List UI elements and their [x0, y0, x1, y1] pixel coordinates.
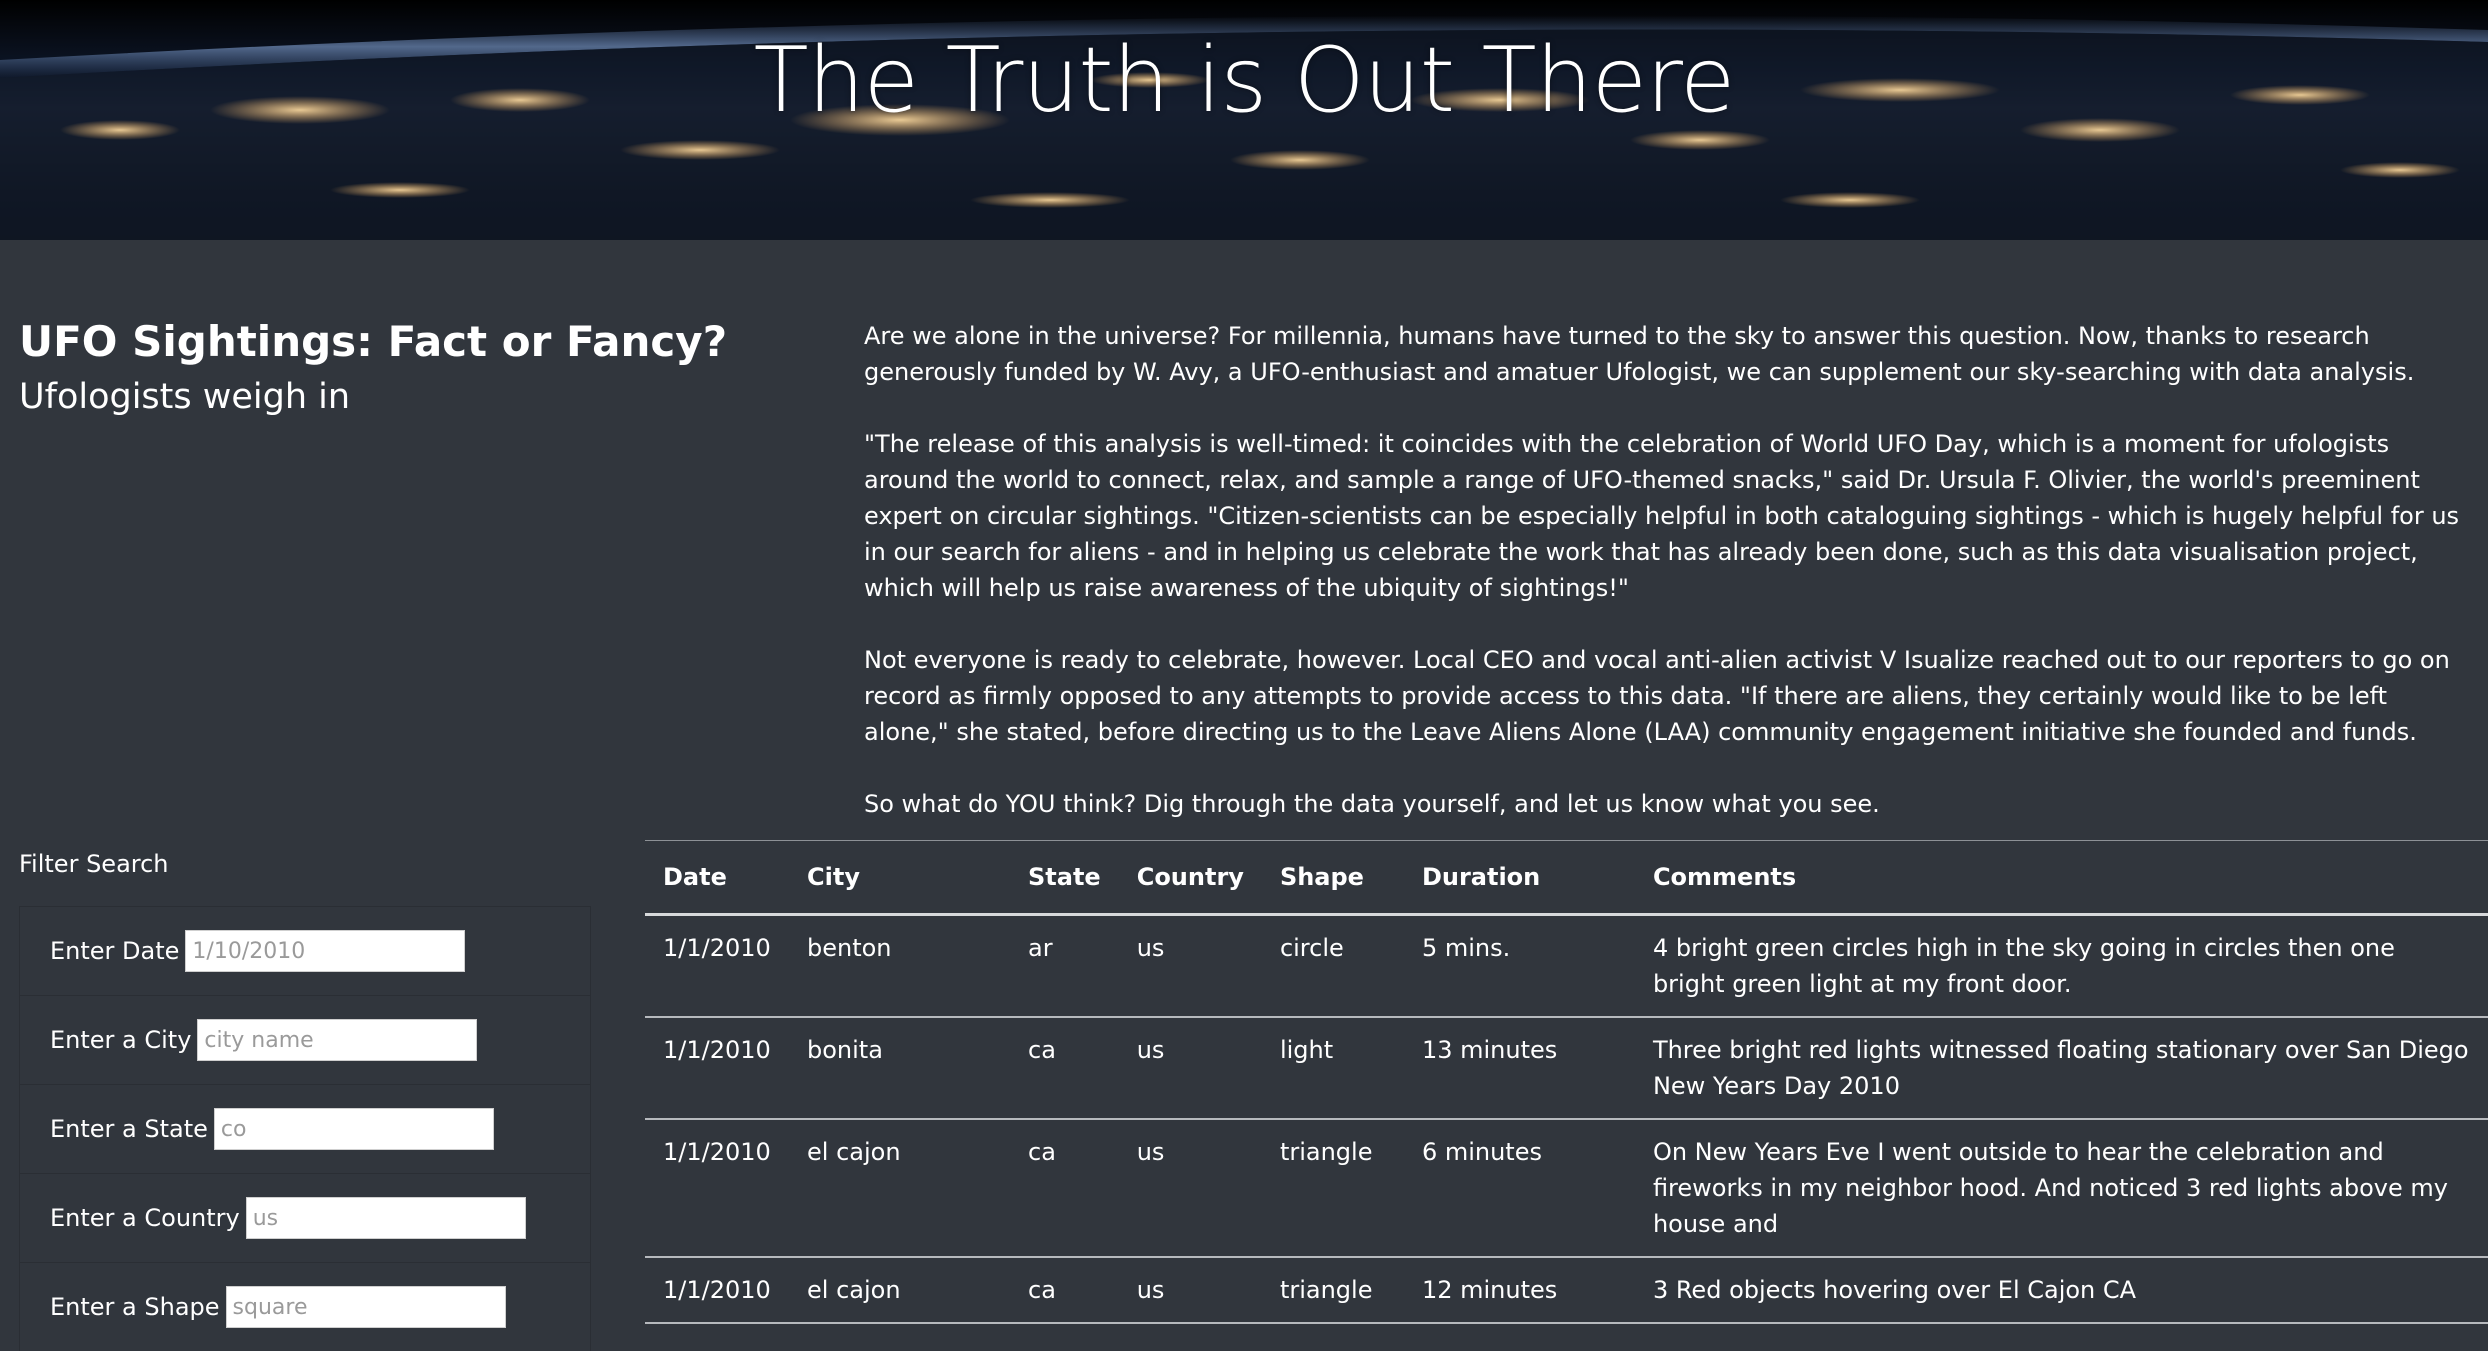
cell-duration: 13 minutes: [1403, 1017, 1635, 1120]
cell-duration: 6 minutes: [1403, 1119, 1635, 1258]
country-filter-input[interactable]: [245, 1197, 526, 1239]
shape-filter-input[interactable]: [225, 1286, 506, 1328]
cell-shape: triangle: [1261, 1257, 1404, 1324]
page-title: The Truth is Out There: [753, 28, 1736, 133]
cell-country: us: [1118, 1257, 1262, 1324]
table-row: 1/1/2010 benton ar us circle 5 mins. 4 b…: [645, 914, 2488, 1018]
article-body: Are we alone in the universe? For millen…: [864, 318, 2474, 858]
cell-comments: 4 bright green circles high in the sky g…: [1634, 914, 2488, 1018]
hero-banner: The Truth is Out There: [0, 0, 2488, 240]
date-filter-input[interactable]: [185, 930, 466, 972]
article-paragraph: "The release of this analysis is well-ti…: [864, 430, 2460, 602]
column-header-date: Date: [645, 840, 789, 916]
cell-duration: 12 minutes: [1403, 1257, 1635, 1324]
cell-shape: triangle: [1261, 1119, 1404, 1258]
filter-item-city: Enter a City: [19, 995, 591, 1084]
cell-shape: circle: [1261, 914, 1404, 1018]
cell-country: us: [1118, 1017, 1262, 1120]
filter-list: Enter Date Enter a City Enter a State En…: [19, 906, 591, 1351]
cell-date: 1/1/2010: [645, 1119, 789, 1258]
headline-main: UFO Sightings: Fact or Fancy?: [19, 317, 728, 366]
table-row: 1/1/2010 el cajon ca us triangle 12 minu…: [645, 1257, 2488, 1324]
article-paragraph: Not everyone is ready to celebrate, howe…: [864, 646, 2450, 746]
cell-city: el cajon: [789, 1257, 1010, 1324]
cell-comments: On New Years Eve I went outside to hear …: [1634, 1119, 2488, 1258]
cell-state: ar: [1010, 914, 1119, 1018]
column-header-city: City: [789, 840, 1010, 916]
cell-shape: light: [1261, 1017, 1404, 1120]
filter-search-title: Filter Search: [19, 850, 169, 878]
cell-city: benton: [789, 914, 1010, 1018]
cell-state: ca: [1010, 1257, 1119, 1324]
table-row: 1/1/2010 el cajon ca us triangle 6 minut…: [645, 1119, 2488, 1258]
cell-state: ca: [1010, 1017, 1119, 1120]
cell-comments: 3 Red objects hovering over El Cajon CA: [1634, 1257, 2488, 1324]
headline-sub: Ufologists weigh in: [19, 377, 351, 417]
city-filter-label: Enter a City: [50, 1026, 192, 1054]
cell-state: ca: [1010, 1119, 1119, 1258]
ufo-sightings-table: Date City State Country Shape Duration C…: [645, 840, 2488, 1324]
date-filter-label: Enter Date: [50, 937, 180, 965]
cell-city: el cajon: [789, 1119, 1010, 1258]
state-filter-input[interactable]: [213, 1108, 494, 1150]
filter-item-country: Enter a Country: [19, 1173, 591, 1262]
city-filter-input[interactable]: [197, 1019, 478, 1061]
cell-date: 1/1/2010: [645, 1017, 789, 1120]
cell-duration: 5 mins.: [1403, 914, 1635, 1018]
cell-date: 1/1/2010: [645, 914, 789, 1018]
column-header-duration: Duration: [1403, 840, 1635, 916]
state-filter-label: Enter a State: [50, 1115, 208, 1143]
cell-country: us: [1118, 1119, 1262, 1258]
table-row: 1/1/2010 bonita ca us light 13 minutes T…: [645, 1017, 2488, 1120]
cell-comments: Three bright red lights witnessed floati…: [1634, 1017, 2488, 1120]
article-headline: UFO Sightings: Fact or Fancy? Ufologists…: [19, 316, 809, 423]
ufo-table-container: Date City State Country Shape Duration C…: [645, 840, 2488, 1324]
article-paragraph: Are we alone in the universe? For millen…: [864, 322, 2415, 386]
column-header-country: Country: [1118, 840, 1262, 916]
table-header-row: Date City State Country Shape Duration C…: [645, 840, 2488, 916]
cell-date: 1/1/2010: [645, 1257, 789, 1324]
column-header-state: State: [1010, 840, 1119, 916]
country-filter-label: Enter a Country: [50, 1204, 240, 1232]
filter-item-date: Enter Date: [19, 906, 591, 995]
article-paragraph: So what do YOU think? Dig through the da…: [864, 790, 1880, 818]
column-header-shape: Shape: [1261, 840, 1404, 916]
filter-item-state: Enter a State: [19, 1084, 591, 1173]
shape-filter-label: Enter a Shape: [50, 1293, 220, 1321]
column-header-comments: Comments: [1634, 840, 2488, 916]
cell-country: us: [1118, 914, 1262, 1018]
cell-city: bonita: [789, 1017, 1010, 1120]
